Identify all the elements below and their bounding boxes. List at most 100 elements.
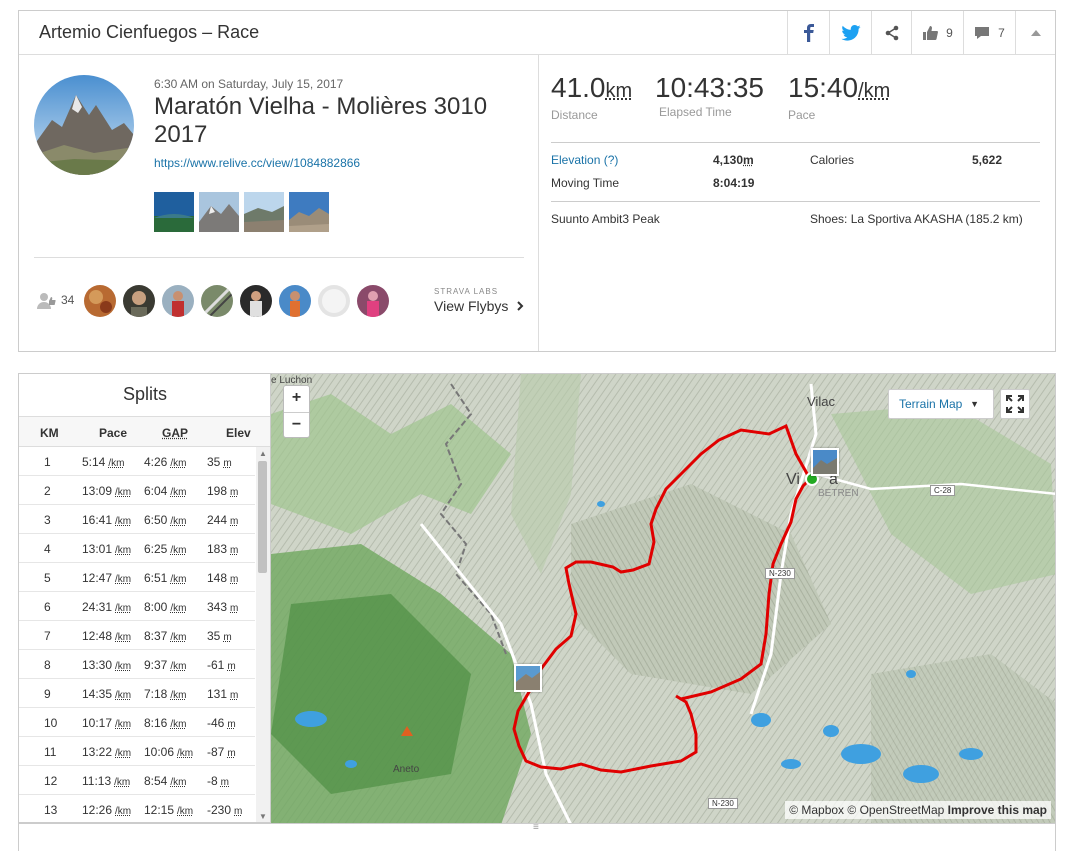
split-km: 10 <box>44 716 57 730</box>
split-gap: 7:18/km <box>144 687 186 701</box>
split-gap-value: 6:25 <box>144 542 168 556</box>
splits-title: Splits <box>19 374 271 417</box>
split-pace-unit: /km <box>114 777 131 788</box>
kudoer-avatar[interactable] <box>318 285 350 317</box>
comments-button[interactable]: 7 <box>963 11 1015 54</box>
split-elev-unit: m <box>230 516 239 527</box>
split-elev-unit: m <box>230 545 239 556</box>
kudoer-avatar[interactable] <box>201 285 233 317</box>
kudos-icon <box>37 293 56 309</box>
stat-elapsed: 10:43:35 Elapsed Time <box>655 73 764 120</box>
road-c28: C-28 <box>930 485 956 496</box>
facebook-share-button[interactable] <box>787 11 829 54</box>
split-row[interactable]: 13 12:26/km 12:15/km -230 m <box>19 795 255 822</box>
split-row[interactable]: 8 13:30/km 9:37/km -61 m <box>19 650 255 679</box>
distance-label: Distance <box>551 108 598 122</box>
map-type-dropdown[interactable]: Terrain Map ▼ <box>888 389 994 419</box>
split-elev-value: 35 <box>207 455 221 469</box>
split-row[interactable]: 6 24:31/km 8:00/km 343 m <box>19 592 255 621</box>
split-pace: 10:17/km <box>82 716 131 730</box>
collapse-button[interactable] <box>1015 11 1055 54</box>
split-elev-unit: m <box>220 777 230 788</box>
route-map[interactable]: e Luchon Vilac Vi a BETREN Aneto C-28 N-… <box>270 373 1056 824</box>
split-pace-value: 11:13 <box>82 774 112 788</box>
improve-map-link[interactable]: Improve this map <box>948 803 1047 817</box>
split-elev-unit: m <box>227 661 236 672</box>
share-button[interactable] <box>871 11 911 54</box>
split-row[interactable]: 10 10:17/km 8:16/km -46 m <box>19 708 255 737</box>
strava-labs-label: STRAVA LABS <box>434 287 499 296</box>
map-type-label: Terrain Map <box>899 397 963 411</box>
scroll-down-icon[interactable]: ▼ <box>259 812 267 821</box>
map-photo-marker[interactable] <box>514 664 542 692</box>
split-elev-value: 343 <box>207 600 228 614</box>
split-row[interactable]: 3 16:41/km 6:50/km 244 m <box>19 505 255 534</box>
split-pace-value: 12:47 <box>82 571 113 585</box>
split-pace-value: 10:17 <box>82 716 113 730</box>
activity-description-link[interactable]: https://www.relive.cc/view/1084882866 <box>154 156 360 170</box>
athlete-avatar[interactable] <box>34 75 134 175</box>
kudoer-avatar[interactable] <box>162 285 194 317</box>
place-vilac: Vilac <box>807 394 835 409</box>
split-row[interactable]: 1 5:14/km 4:26/km 35 m <box>19 447 255 476</box>
fullscreen-button[interactable] <box>1000 389 1030 419</box>
scroll-up-icon[interactable]: ▲ <box>259 449 267 458</box>
split-row[interactable]: 9 14:35/km 7:18/km 131 m <box>19 679 255 708</box>
view-flybys-link[interactable]: View Flybys <box>434 298 524 314</box>
osm-attribution[interactable]: © OpenStreetMap <box>847 803 944 817</box>
split-gap-unit: /km <box>170 603 187 614</box>
split-gap-unit: /km <box>170 574 187 585</box>
split-gap-value: 8:54 <box>144 774 168 788</box>
split-elev-unit: m <box>223 458 232 469</box>
road-n230: N-230 <box>708 798 738 809</box>
split-elev-value: -230 <box>207 803 232 817</box>
zoom-out-button[interactable]: − <box>284 412 309 438</box>
kudoer-avatar[interactable] <box>123 285 155 317</box>
map-photo-marker[interactable] <box>811 448 839 476</box>
col-gap[interactable]: GAP <box>162 426 188 440</box>
split-row[interactable]: 12 11:13/km 8:54/km -8 m <box>19 766 255 795</box>
kudoer-avatar[interactable] <box>240 285 272 317</box>
split-pace: 13:30/km <box>82 658 131 672</box>
split-row[interactable]: 2 13:09/km 6:04/km 198 m <box>19 476 255 505</box>
split-gap-unit: /km <box>170 690 187 701</box>
split-pace-value: 13:09 <box>82 484 113 498</box>
chevron-right-icon <box>517 301 524 311</box>
split-elev-unit: m <box>227 748 236 759</box>
zoom-in-button[interactable]: + <box>284 386 309 412</box>
split-row[interactable]: 11 13:22/km 10:06/km -87 m <box>19 737 255 766</box>
photo-thumbnail[interactable] <box>289 192 329 232</box>
photo-thumbnail[interactable] <box>199 192 239 232</box>
split-pace: 5:14/km <box>82 455 124 469</box>
twitter-share-button[interactable] <box>829 11 871 54</box>
split-elev: 35 m <box>207 629 232 643</box>
photo-thumbnail[interactable] <box>154 192 194 232</box>
split-elev: -61 m <box>207 658 236 672</box>
kudos-button[interactable]: 9 <box>911 11 963 54</box>
pace-unit: /km <box>858 80 891 102</box>
scrollbar-thumb[interactable] <box>258 461 267 573</box>
kudoer-avatar[interactable] <box>84 285 116 317</box>
split-elev-value: -8 <box>207 774 218 788</box>
photo-thumbnail[interactable] <box>244 192 284 232</box>
split-row[interactable]: 7 12:48/km 8:37/km 35 m <box>19 621 255 650</box>
split-gap-unit: /km <box>177 748 194 759</box>
moving-time-label: Moving Time <box>551 176 620 190</box>
kudoers-count: 34 <box>61 293 75 307</box>
shoes-info[interactable]: Shoes: La Sportiva AKASHA (185.2 km) <box>810 212 1023 226</box>
split-km: 4 <box>44 542 51 556</box>
kudoer-avatar[interactable] <box>357 285 389 317</box>
split-pace: 14:35/km <box>82 687 131 701</box>
splits-scrollbar[interactable]: ▲ ▼ <box>256 447 271 822</box>
activity-name: Maratón Vielha - Molières 3010 2017 <box>154 93 488 148</box>
kudoer-avatar[interactable] <box>279 285 311 317</box>
mapbox-attribution[interactable]: © Mapbox <box>789 803 844 817</box>
split-gap: 6:04/km <box>144 484 186 498</box>
split-row[interactable]: 4 13:01/km 6:25/km 183 m <box>19 534 255 563</box>
resize-handle[interactable]: ≡ <box>533 823 545 833</box>
split-row[interactable]: 5 12:47/km 6:51/km 148 m <box>19 563 255 592</box>
split-pace: 12:47/km <box>82 571 131 585</box>
elevation-label[interactable]: Elevation (?) <box>551 153 618 167</box>
map-attribution: © Mapbox © OpenStreetMap Improve this ma… <box>785 801 1051 819</box>
view-flybys-label: View Flybys <box>434 298 509 314</box>
